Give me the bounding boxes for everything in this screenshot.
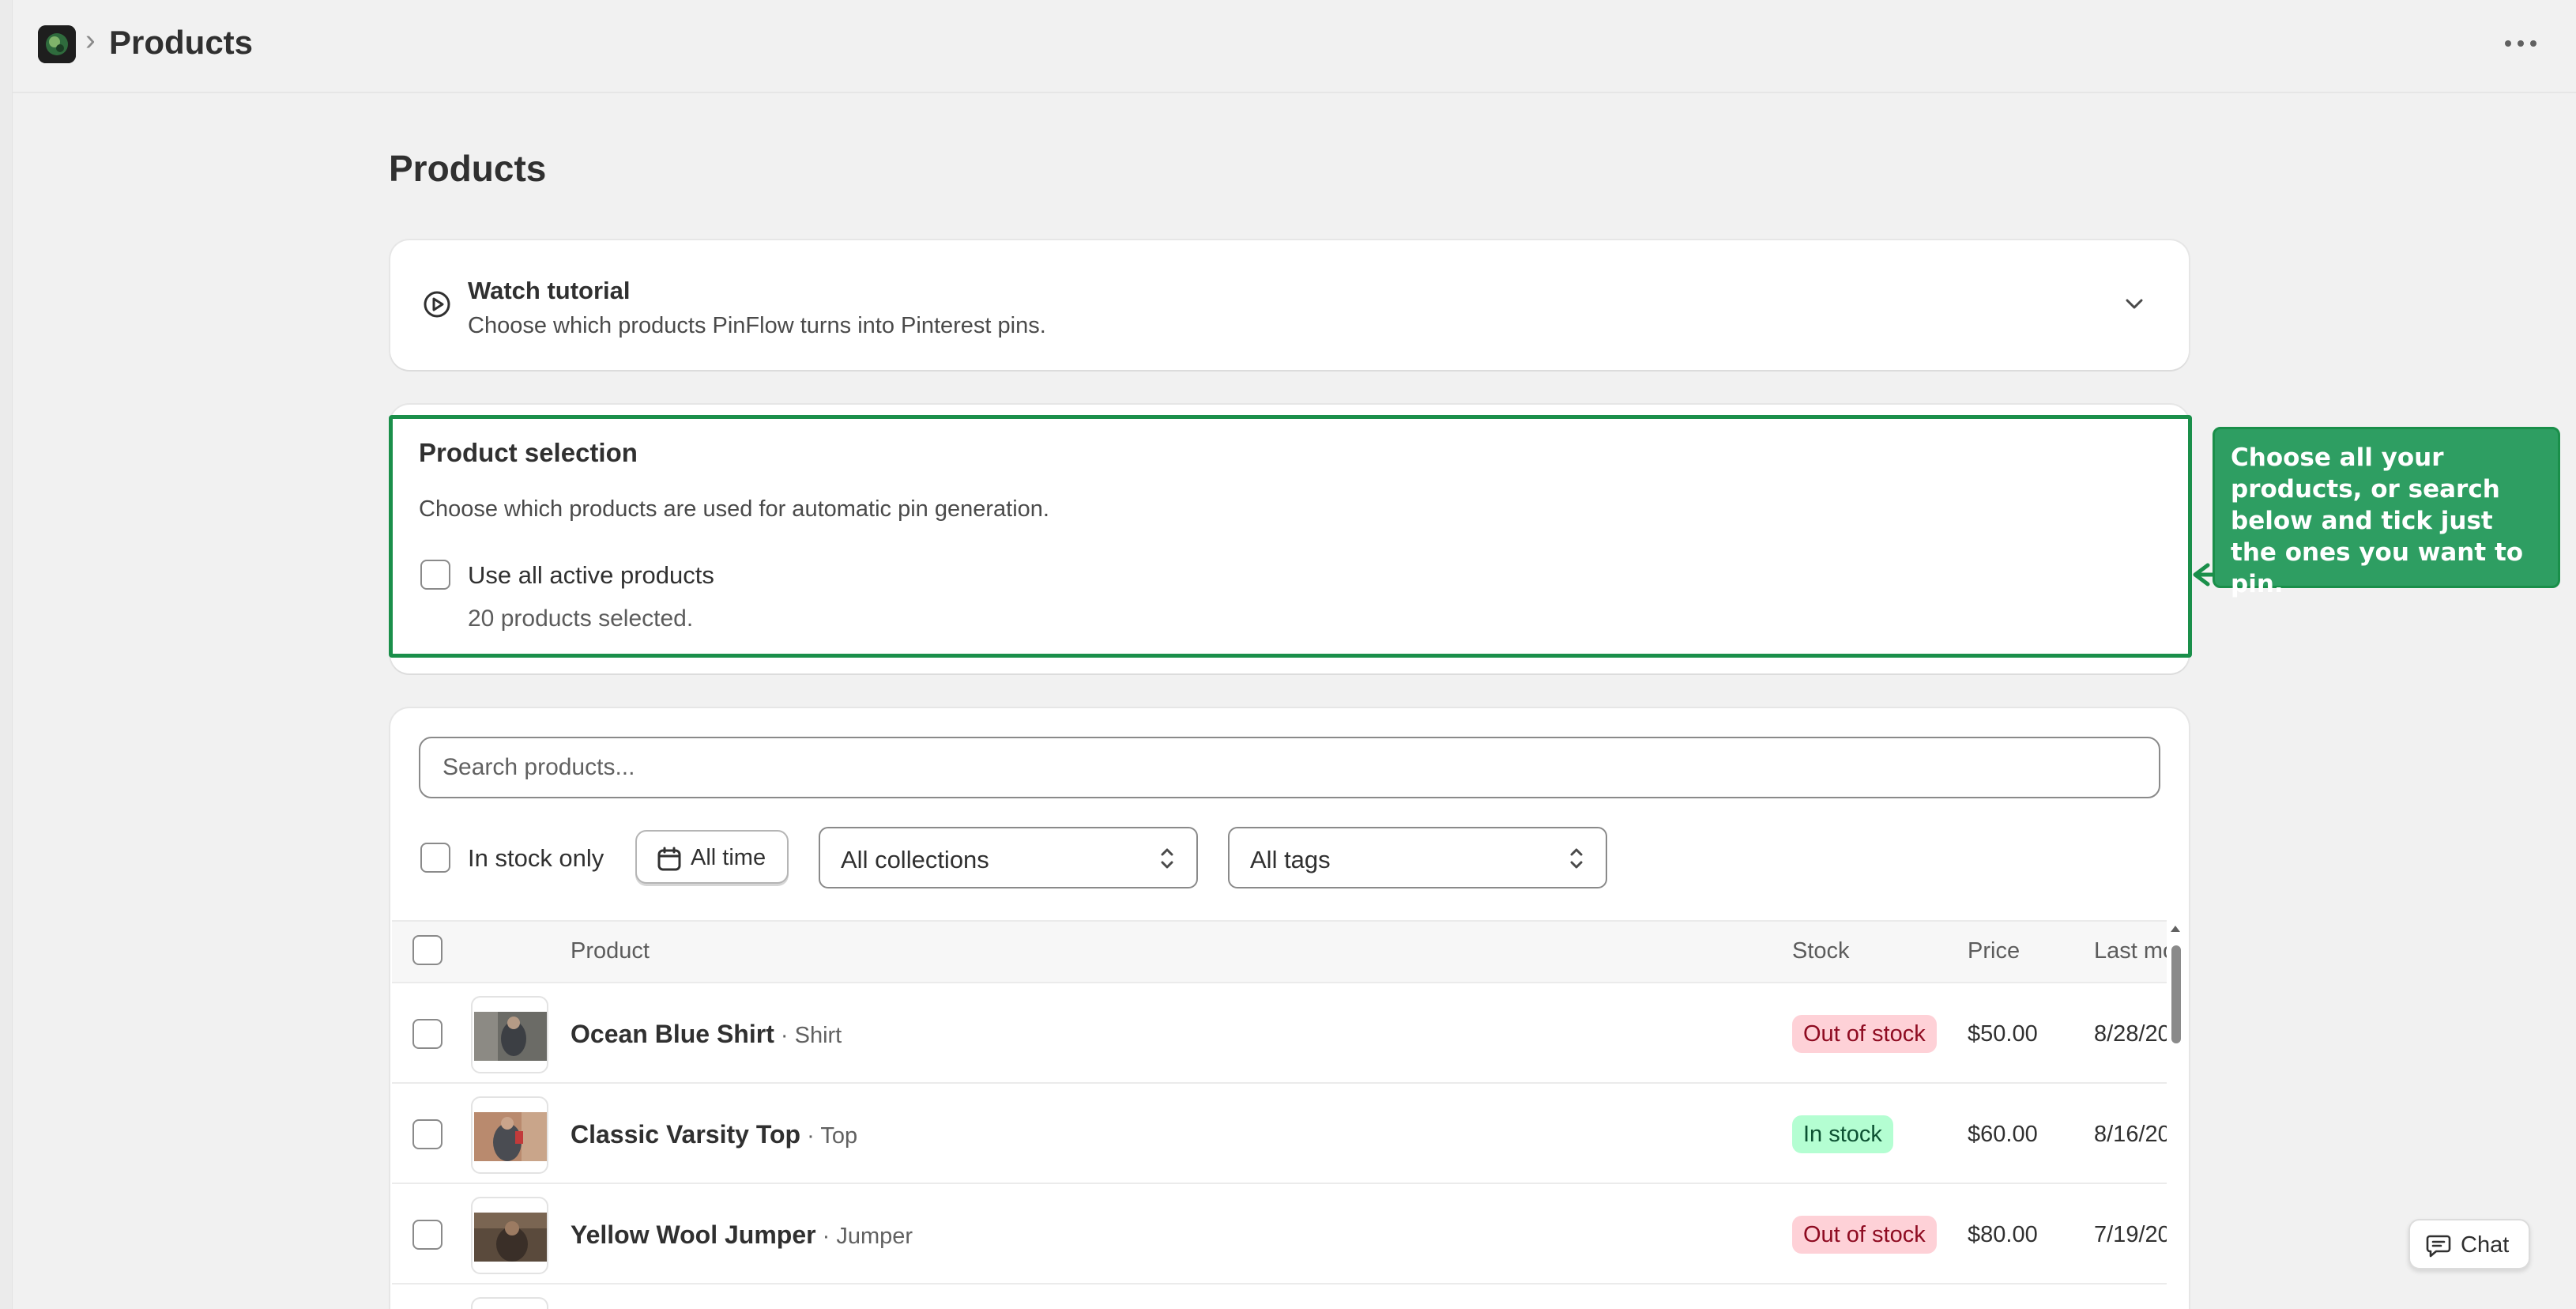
select-updown-icon [1161,848,1173,869]
last-modified: 7/19/20 [2094,1222,2167,1247]
in-stock-only-checkbox[interactable] [420,843,450,873]
product-price: $80.00 [1968,1222,2038,1247]
chevron-down-icon[interactable] [2121,291,2148,318]
product-name[interactable]: Ocean Blue Shirt · Shirt [571,1020,842,1049]
chat-label: Chat [2461,1232,2510,1258]
use-all-products-checkbox[interactable] [420,560,450,590]
collections-select-value: All collections [841,846,989,873]
product-thumbnail [471,1297,548,1309]
product-thumbnail [471,996,548,1073]
product-selection-title: Product selection [419,438,638,467]
sidebar-edge [0,0,13,1309]
use-all-products-label[interactable]: Use all active products [468,561,714,590]
product-price: $50.00 [1968,1021,2038,1047]
select-all-checkbox[interactable] [412,935,443,965]
stock-badge: Out of stock [1792,1216,1937,1254]
callout-tooltip: Choose all your products, or search belo… [2213,427,2560,598]
tutorial-title: Watch tutorial [468,277,631,304]
search-input[interactable] [419,737,2160,798]
tags-select-value: All tags [1250,846,1331,873]
product-type: · Jumper [815,1224,913,1249]
product-name[interactable]: Yellow Wool Jumper · Jumper [571,1220,913,1250]
chat-button[interactable]: Chat [2408,1219,2530,1269]
product-type: · Shirt [774,1023,842,1048]
breadcrumb-title: Products [109,24,254,61]
table-header [392,920,2167,983]
column-header-last-modified[interactable]: Last mo [2094,938,2167,964]
calendar-icon [657,847,681,871]
column-header-product[interactable]: Product [571,938,650,964]
date-range-button[interactable]: All time [635,830,789,884]
in-stock-only-label[interactable]: In stock only [468,844,604,873]
callout-arrow-icon [2193,563,2213,587]
tutorial-description: Choose which products PinFlow turns into… [468,313,1046,338]
stock-badge: In stock [1792,1115,1893,1153]
product-thumbnail [471,1096,548,1174]
scrollbar-thumb[interactable] [2171,945,2181,1043]
date-range-label: All time [691,845,766,870]
last-modified: 8/28/20 [2094,1021,2167,1047]
tags-select[interactable]: All tags [1228,827,1607,888]
product-price: $60.00 [1968,1122,2038,1147]
last-modified: 8/16/20 [2094,1122,2167,1147]
tutorial-card[interactable]: Watch tutorial Choose which products Pin… [390,240,2189,370]
product-thumbnail [471,1197,548,1274]
scroll-up-arrow-icon[interactable] [2170,923,2181,933]
collections-select[interactable]: All collections [819,827,1198,888]
column-header-price[interactable]: Price [1968,938,2020,964]
column-header-stock[interactable]: Stock [1792,938,1850,964]
selected-count: 20 products selected. [468,605,694,632]
page-title: Products [389,148,547,189]
product-name[interactable]: Classic Varsity Top · Top [571,1120,857,1149]
stock-badge: Out of stock [1792,1015,1937,1053]
play-circle-icon [424,291,450,318]
select-updown-icon [1570,848,1583,869]
top-bar [13,0,2576,93]
chat-bubble-icon [2426,1235,2451,1258]
app-logo-icon[interactable] [38,25,76,63]
more-horizontal-icon[interactable] [2497,32,2544,55]
row-checkbox[interactable] [412,1019,443,1049]
product-selection-description: Choose which products are used for autom… [419,496,1049,522]
row-checkbox[interactable] [412,1119,443,1149]
breadcrumb-separator: › [85,24,96,57]
row-checkbox[interactable] [412,1220,443,1250]
product-type: · Top [800,1123,858,1149]
